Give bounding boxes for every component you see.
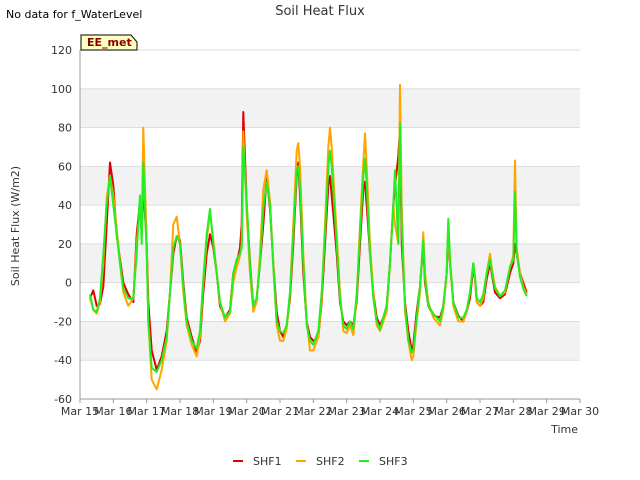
y-tick-label: 20 [58,238,72,251]
badge-label: EE_met [87,36,132,49]
x-tick-label: Mar 30 [561,405,599,418]
legend-label-shf2: SHF2 [316,455,345,468]
y-tick-label: 100 [51,83,72,96]
y-axis-label: Soil Heat Flux (W/m2) [9,166,22,286]
y-tick-label: -20 [54,315,72,328]
plot-area [80,50,580,399]
y-tick-label: 40 [58,199,72,212]
no-data-note: No data for f_WaterLevel [6,8,142,21]
y-tick-label: 120 [51,44,72,57]
legend: SHF1 SHF2 SHF3 [233,455,408,468]
plot-band [80,321,580,361]
legend-label-shf3: SHF3 [379,455,408,468]
y-tick-label: 80 [58,122,72,135]
legend-label-shf1: SHF1 [253,455,282,468]
soil-heat-flux-chart: No data for f_WaterLevel Soil Heat Flux … [6,4,599,468]
y-tick-label: -40 [54,354,72,367]
x-axis-label: Time [550,423,578,436]
y-tick-label: 60 [58,160,72,173]
station-badge: EE_met [80,34,138,51]
y-tick-label: 0 [65,277,72,290]
x-axis-ticks: Mar 15Mar 16Mar 17Mar 18Mar 19Mar 20Mar … [61,399,599,418]
plot-band [80,88,580,128]
chart-title: Soil Heat Flux [275,4,365,19]
y-axis-ticks: -60-40-20020406080100120 [51,44,72,406]
plot-band [80,243,580,283]
